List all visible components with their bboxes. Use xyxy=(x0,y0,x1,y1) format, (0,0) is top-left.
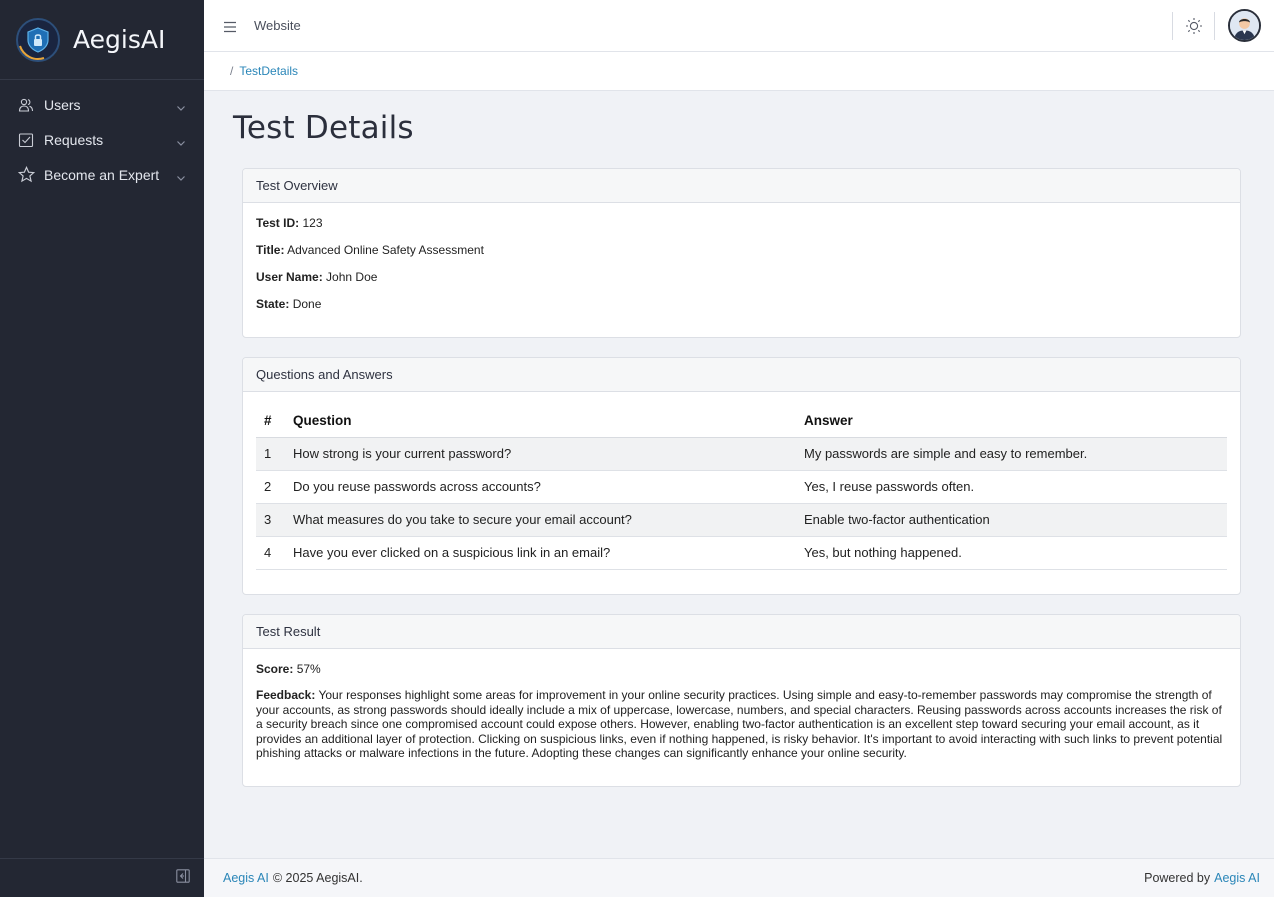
sidebar-nav: Users Requests Become an Expert xyxy=(0,87,204,192)
website-link[interactable]: Website xyxy=(254,18,301,33)
feedback-text: Your responses highlight some areas for … xyxy=(256,688,1223,760)
row-number: 1 xyxy=(256,437,285,471)
field-value: Done xyxy=(292,297,322,311)
breadcrumb-separator: / xyxy=(230,64,234,78)
row-number: 2 xyxy=(256,470,285,504)
test-overview-card: Test Overview Test ID: 123 Title: Advanc… xyxy=(242,168,1241,338)
field-label: Title: xyxy=(256,243,285,257)
chevron-down-icon xyxy=(176,135,186,146)
page-footer: Aegis AI © 2025 AegisAI. Powered by Aegi… xyxy=(204,858,1274,897)
powered-by-text: Powered by xyxy=(1144,871,1211,885)
sidebar-item-become-expert[interactable]: Become an Expert xyxy=(0,157,204,192)
table-row: 3 What measures do you take to secure yo… xyxy=(256,503,1227,537)
field-value: Advanced Online Safety Assessment xyxy=(287,243,484,257)
row-number: 3 xyxy=(256,503,285,537)
powered-by-link[interactable]: Aegis AI xyxy=(1214,871,1260,885)
chevron-down-icon xyxy=(176,170,186,181)
shield-lock-logo-icon xyxy=(16,17,60,62)
table-row: 4 Have you ever clicked on a suspicious … xyxy=(256,536,1227,570)
row-question: How strong is your current password? xyxy=(285,437,796,471)
sidebar-item-requests[interactable]: Requests xyxy=(0,122,204,157)
collapse-sidebar-icon[interactable] xyxy=(176,868,190,888)
sidebar-item-users[interactable]: Users xyxy=(0,87,204,122)
breadcrumb-current[interactable]: TestDetails xyxy=(239,64,298,78)
field-value: John Doe xyxy=(326,270,378,284)
row-answer: Enable two-factor authentication xyxy=(796,503,1227,537)
sidebar-item-label: Become an Expert xyxy=(44,166,160,183)
card-body: Score: 57% Feedback: Your responses high… xyxy=(243,649,1240,774)
user-name-field: User Name: John Doe xyxy=(256,270,1227,284)
card-body: Test ID: 123 Title: Advanced Online Safe… xyxy=(243,203,1240,337)
divider xyxy=(1214,11,1215,40)
score-field: Score: 57% xyxy=(256,662,1227,676)
copyright-text: © 2025 AegisAI. xyxy=(272,871,363,885)
row-question: Do you reuse passwords across accounts? xyxy=(285,470,796,504)
header-actions xyxy=(1172,0,1274,51)
sidebar-footer xyxy=(0,858,204,897)
avatar[interactable] xyxy=(1228,9,1261,42)
column-header-answer: Answer xyxy=(796,404,1227,438)
checklist-icon xyxy=(17,131,35,149)
column-header-number: # xyxy=(256,404,285,438)
row-number: 4 xyxy=(256,536,285,570)
row-question: What measures do you take to secure your… xyxy=(285,503,796,537)
star-icon xyxy=(17,166,35,184)
sidebar: AegisAI Users Requests Become an Expert xyxy=(0,0,204,897)
field-label: State: xyxy=(256,297,290,311)
top-header: Website xyxy=(204,0,1274,52)
hamburger-menu-icon[interactable] xyxy=(223,20,237,32)
column-header-question: Question xyxy=(285,404,796,438)
field-label: User Name: xyxy=(256,270,323,284)
chevron-down-icon xyxy=(176,100,186,111)
sidebar-item-label: Users xyxy=(44,96,81,113)
users-icon xyxy=(17,96,35,114)
table-row: 2 Do you reuse passwords across accounts… xyxy=(256,470,1227,504)
qa-table: # Question Answer 1 How strong is your c… xyxy=(256,404,1227,570)
field-value: 123 xyxy=(302,216,323,230)
title-field: Title: Advanced Online Safety Assessment xyxy=(256,243,1227,257)
card-body: # Question Answer 1 How strong is your c… xyxy=(243,392,1240,583)
questions-answers-card: Questions and Answers # Question Answer … xyxy=(242,357,1241,595)
field-label: Score: xyxy=(256,662,294,676)
field-label: Feedback: xyxy=(256,688,316,702)
page-title: Test Details xyxy=(233,110,414,146)
table-header-row: # Question Answer xyxy=(256,404,1227,438)
footer-brand-link[interactable]: Aegis AI xyxy=(223,871,269,885)
field-label: Test ID: xyxy=(256,216,300,230)
sidebar-item-label: Requests xyxy=(44,131,104,148)
brand-name: AegisAI xyxy=(73,25,166,54)
row-answer: Yes, but nothing happened. xyxy=(796,536,1227,570)
state-field: State: Done xyxy=(256,297,1227,311)
card-header: Test Result xyxy=(243,615,1240,649)
row-question: Have you ever clicked on a suspicious li… xyxy=(285,536,796,570)
row-answer: My passwords are simple and easy to reme… xyxy=(796,437,1227,471)
sun-theme-toggle-icon[interactable] xyxy=(1173,17,1214,35)
brand[interactable]: AegisAI xyxy=(0,0,204,80)
feedback-field: Feedback: Your responses highlight some … xyxy=(256,688,1227,761)
row-answer: Yes, I reuse passwords often. xyxy=(796,470,1227,504)
breadcrumb: / TestDetails xyxy=(204,52,1274,91)
table-row: 1 How strong is your current password? M… xyxy=(256,437,1227,471)
card-header: Test Overview xyxy=(243,169,1240,203)
score-value: 57% xyxy=(296,662,321,676)
test-result-card: Test Result Score: 57% Feedback: Your re… xyxy=(242,614,1241,787)
card-header: Questions and Answers xyxy=(243,358,1240,392)
test-id-field: Test ID: 123 xyxy=(256,216,1227,230)
